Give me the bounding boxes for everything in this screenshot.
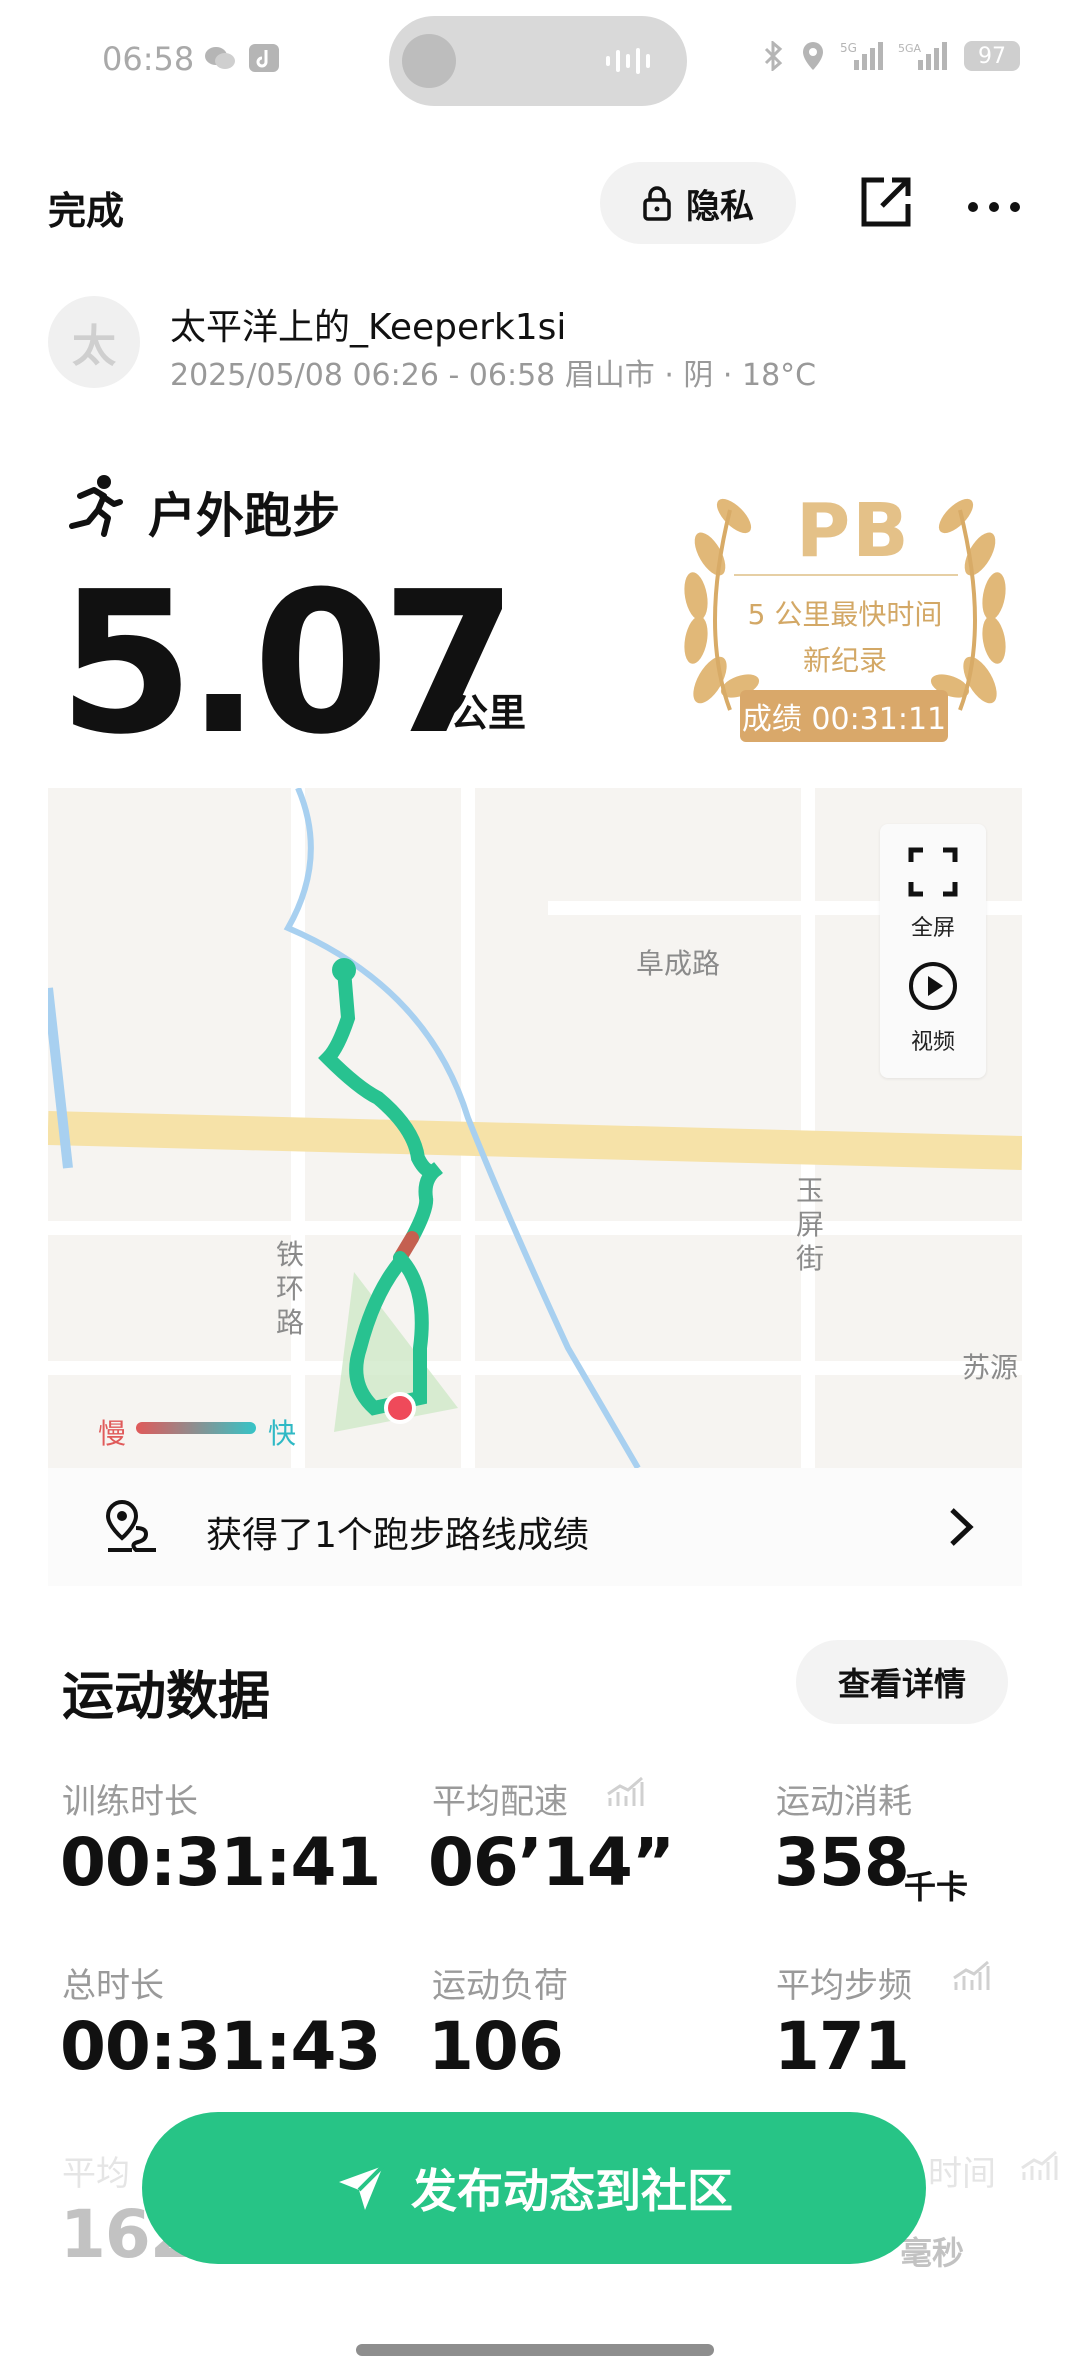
start-marker <box>332 958 356 982</box>
pb-desc-line1: 5 公里最快时间 <box>747 598 943 631</box>
route-pin-icon <box>105 1499 156 1552</box>
send-icon <box>339 2164 385 2210</box>
end-marker <box>384 1392 416 1424</box>
fullscreen-icon[interactable] <box>907 846 959 898</box>
signal-5ga-icon: 5GA <box>898 42 947 70</box>
main-road <box>48 1111 1022 1170</box>
road-label: 阜成路 <box>636 947 721 980</box>
trend-chart-icon <box>1021 2150 1058 2180</box>
user-name: 太平洋上的_Keeperk1si <box>170 307 567 348</box>
road-label: 铁环路 <box>276 1238 305 1339</box>
road-label: 玉屏街 <box>796 1174 825 1275</box>
stat-label: 平均步频 <box>776 1966 912 2006</box>
status-time: 06:58 <box>102 40 195 78</box>
svg-text:5GA: 5GA <box>898 42 922 55</box>
activity-meta: 2025/05/08 06:26 - 06:58 眉山市 · 阴 · 18°C <box>170 358 817 393</box>
pace-legend-bar <box>136 1422 256 1434</box>
stat-value: 106 <box>428 2008 564 2085</box>
status-icons: 5G 5GA 97 <box>760 40 1020 72</box>
legend-slow: 慢 <box>98 1417 127 1450</box>
stat-value: 00:31:41 <box>60 1824 381 1901</box>
stat-label: 总时长 <box>62 1966 164 2006</box>
pb-desc-line2: 新纪录 <box>802 644 887 677</box>
svg-text:5G: 5G <box>840 41 857 55</box>
home-indicator[interactable] <box>356 2344 714 2356</box>
stat-label: 平均配速 <box>432 1782 568 1822</box>
trend-chart-icon[interactable] <box>606 1776 644 1808</box>
stat-unit: 千卡 <box>904 1868 969 1906</box>
stat-label: 训练时长 <box>62 1782 198 1822</box>
map-controls: 全屏 视频 <box>880 824 986 1078</box>
location-icon <box>803 42 823 70</box>
map-canvas <box>48 788 1022 1468</box>
running-icon <box>69 475 123 537</box>
bluetooth-icon <box>764 41 783 71</box>
stat-label: 平均 <box>62 2154 130 2194</box>
view-details-button[interactable]: 查看详情 <box>796 1640 1008 1724</box>
chevron-right-icon[interactable] <box>946 1504 976 1550</box>
media-thumbnail <box>402 34 456 88</box>
stat-value: 00:31:43 <box>60 2008 381 2085</box>
publish-label: 发布动态到社区 <box>411 2164 733 2218</box>
stat-label: 时间 <box>928 2154 996 2194</box>
more-icon[interactable] <box>966 200 1022 214</box>
stat-value: 358 <box>774 1824 910 1901</box>
stat-label: 运动消耗 <box>776 1782 912 1822</box>
privacy-label: 隐私 <box>686 186 754 227</box>
stats-title: 运动数据 <box>62 1667 271 1727</box>
tiktok-icon <box>249 44 279 72</box>
lock-icon <box>643 186 671 221</box>
privacy-button[interactable]: 隐私 <box>600 162 796 244</box>
publish-to-community-button[interactable]: 发布动态到社区 <box>142 2112 926 2264</box>
pb-divider <box>734 574 958 576</box>
distance-unit: 公里 <box>450 691 527 735</box>
pb-score: 成绩 00:31:11 <box>740 690 948 742</box>
distance-value: 5.07 <box>58 550 518 778</box>
battery-icon: 97 <box>964 41 1020 71</box>
audio-wave-icon <box>606 48 650 74</box>
fullscreen-label[interactable]: 全屏 <box>880 910 986 942</box>
route-map[interactable] <box>48 788 1022 1468</box>
route-achievement-text[interactable]: 获得了1个跑步路线成绩 <box>206 1506 589 1558</box>
video-play-icon[interactable] <box>907 960 959 1012</box>
pb-description: 5 公里最快时间 新纪录 <box>720 592 970 684</box>
pb-title: PB <box>796 488 911 574</box>
trend-chart-icon[interactable] <box>952 1960 990 1992</box>
signal-5g-icon: 5G <box>840 41 883 70</box>
video-label[interactable]: 视频 <box>880 1024 986 1056</box>
stat-label: 运动负荷 <box>432 1966 568 2006</box>
avatar[interactable]: 太 <box>48 296 140 388</box>
share-icon[interactable] <box>858 174 914 230</box>
done-button[interactable]: 完成 <box>48 180 124 235</box>
legend-fast: 快 <box>268 1417 297 1450</box>
stat-value: 171 <box>774 2008 910 2085</box>
wechat-icon <box>205 47 235 69</box>
road-label: 苏源 <box>962 1351 1019 1384</box>
activity-type: 户外跑步 <box>148 488 341 544</box>
route-path <box>318 963 443 1245</box>
stat-value: 06’14” <box>428 1824 675 1901</box>
